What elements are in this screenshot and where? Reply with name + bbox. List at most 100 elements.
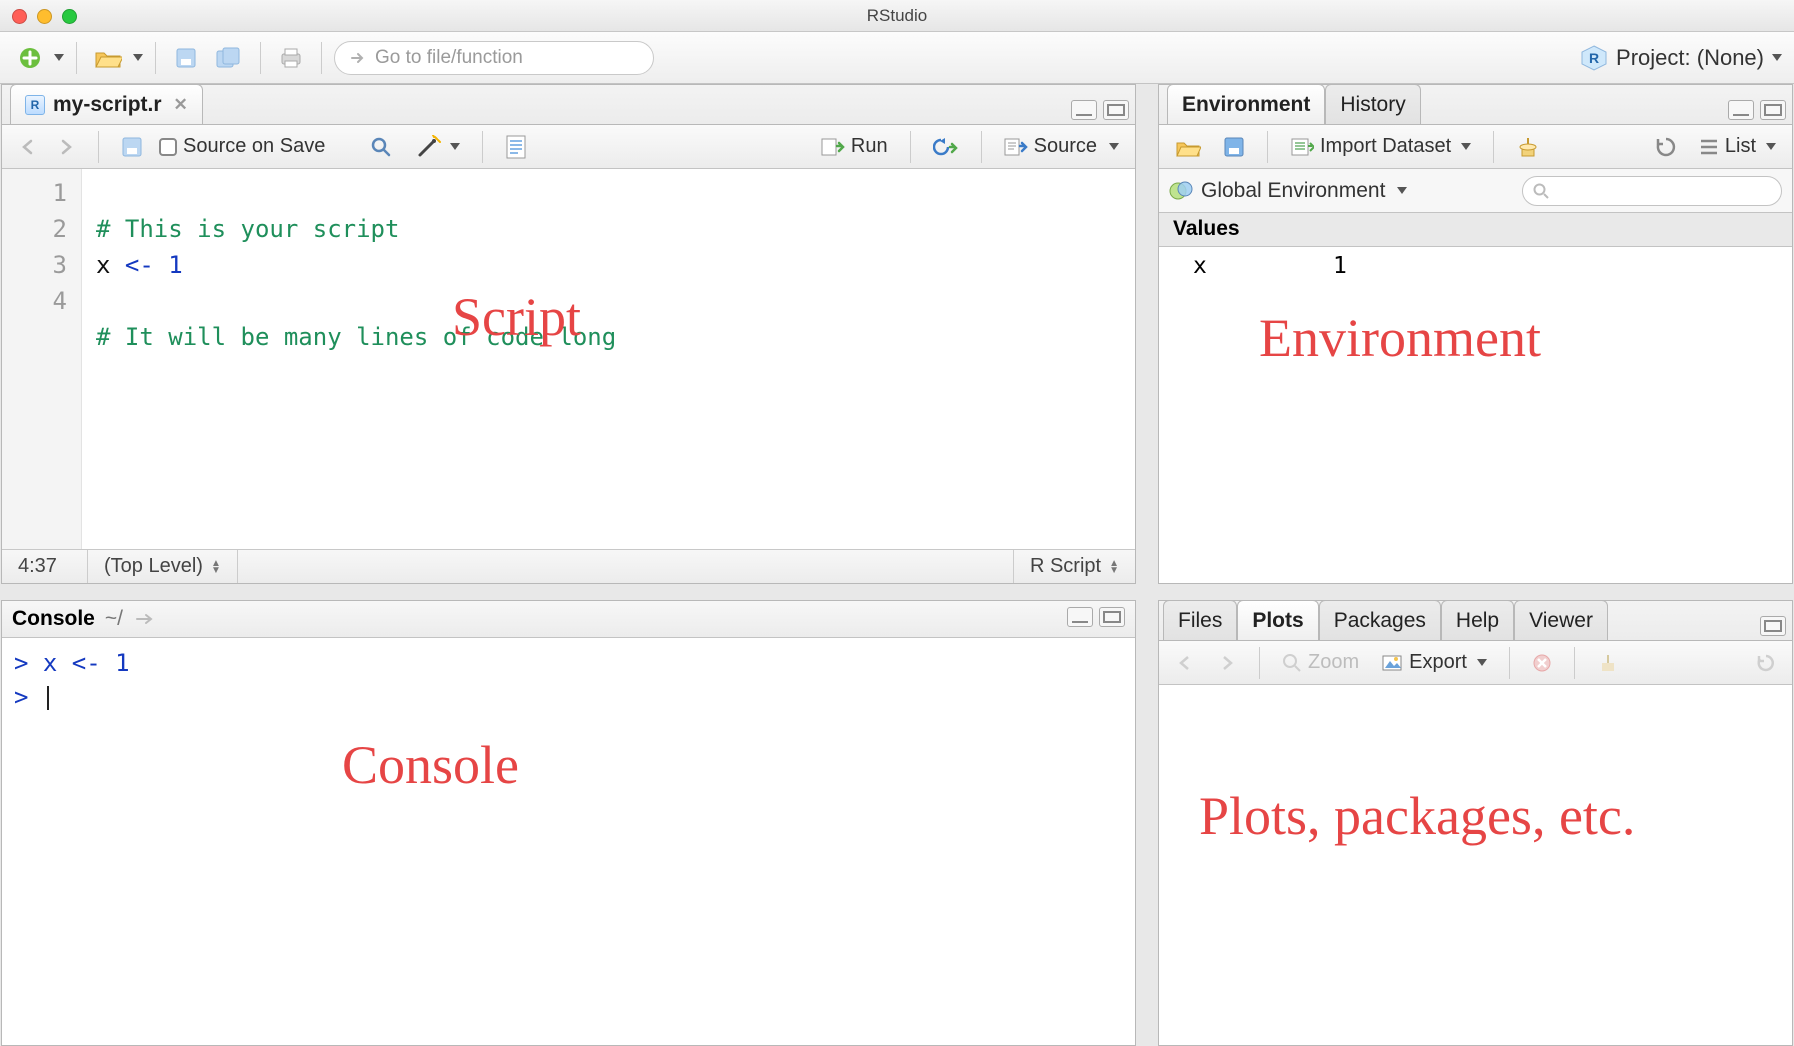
tab-help[interactable]: Help [1441,600,1514,640]
env-toolbar: Import Dataset List [1159,125,1792,169]
save-button[interactable] [168,40,204,76]
zoom-icon [1282,653,1302,673]
line-gutter: 1 2 3 4 [2,169,82,549]
plot-prev-button[interactable] [1169,652,1201,674]
code-area[interactable]: # This is your script x <- 1 # It will b… [82,169,1135,549]
plots-toolbar: Zoom Export [1159,641,1792,685]
source-on-save-toggle[interactable]: Source on Save [159,135,325,158]
list-icon [1699,138,1719,156]
new-file-button[interactable] [12,40,48,76]
scope-selector[interactable]: Global Environment [1169,179,1407,203]
plot-next-button[interactable] [1211,652,1243,674]
minimize-pane-button[interactable] [1728,100,1754,120]
find-button[interactable] [363,133,399,161]
console-body[interactable]: > x <- 1 > Console [2,638,1135,1045]
horizontal-splitter[interactable] [1,584,1793,600]
tab-plots[interactable]: Plots [1237,600,1318,640]
source-tab-my-script[interactable]: R my-script.r ✕ [10,84,203,124]
tab-viewer[interactable]: Viewer [1514,600,1608,640]
run-label: Run [851,135,888,158]
main-toolbar: Go to file/function R Project: (None) [0,32,1794,84]
export-button[interactable]: Export [1375,649,1493,676]
view-mode-button[interactable]: List [1693,133,1782,160]
console-line: x <- 1 [43,649,130,677]
source-label: Source [1034,135,1097,158]
tab-files[interactable]: Files [1163,600,1237,640]
load-workspace-button[interactable] [1169,134,1207,160]
console-prompt: > [14,683,43,711]
env-search-input[interactable] [1522,176,1782,206]
plots-tabs: Files Plots Packages Help Viewer [1159,601,1792,641]
list-label: List [1725,135,1756,158]
save-workspace-button[interactable] [1217,134,1251,160]
close-window-button[interactable] [12,9,27,24]
env-scope-bar: Global Environment [1159,169,1792,213]
remove-plot-button[interactable] [1526,651,1558,675]
code-line-2-var: x [96,251,125,279]
maximize-pane-button[interactable] [1760,616,1786,636]
chevron-down-icon [1772,54,1782,61]
refresh-env-button[interactable] [1649,134,1683,160]
clear-workspace-button[interactable] [1510,133,1546,161]
source-on-save-label: Source on Save [183,135,325,158]
maximize-pane-button[interactable] [1760,100,1786,120]
minimize-window-button[interactable] [37,9,52,24]
cursor-position: 4:37 [2,550,88,583]
zoom-button[interactable]: Zoom [1276,649,1365,676]
maximize-pane-button[interactable] [1103,100,1129,120]
minimize-pane-button[interactable] [1071,100,1097,120]
maximize-window-button[interactable] [62,9,77,24]
code-line-4: # It will be many lines of code long [96,323,616,351]
source-tabs: R my-script.r ✕ [2,85,1135,125]
source-toolbar: Source on Save Run Source [2,125,1135,169]
console-path: ~/ [105,607,123,631]
text-cursor [47,686,49,710]
clear-plots-button[interactable] [1591,650,1625,676]
project-menu[interactable]: R Project: (None) [1580,44,1782,72]
minimize-pane-button[interactable] [1067,607,1093,627]
clear-console-button[interactable] [133,610,155,628]
annotation-environment: Environment [1259,307,1541,369]
open-file-button[interactable] [89,40,127,76]
code-tools-button[interactable] [409,133,466,161]
window-titlebar: RStudio [0,0,1794,32]
run-button[interactable]: Run [815,133,894,160]
new-file-dropdown[interactable] [54,54,64,61]
separator [260,42,261,74]
svg-text:R: R [1589,50,1599,66]
save-all-button[interactable] [210,40,248,76]
console-title: Console [12,607,95,631]
nav-back-button[interactable] [12,136,44,158]
source-icon [1004,136,1028,158]
save-script-button[interactable] [115,134,149,160]
environment-pane: Environment History Import Dataset List [1158,84,1793,584]
project-label: Project: (None) [1616,45,1764,71]
nav-forward-button[interactable] [50,136,82,158]
goto-placeholder: Go to file/function [375,47,523,69]
scope-selector[interactable]: (Top Level)▲▼ [88,550,238,583]
env-section-values: Values [1159,213,1792,247]
refresh-plots-button[interactable] [1750,651,1782,675]
file-type-selector[interactable]: R Script▲▼ [1013,550,1135,583]
annotation-console: Console [342,748,519,782]
vertical-splitter[interactable] [1136,84,1158,1046]
print-button[interactable] [273,40,309,76]
env-values-list: x 1 Environment [1159,247,1792,583]
env-row[interactable]: x 1 [1159,247,1792,285]
arrow-right-icon [349,49,367,67]
tab-history[interactable]: History [1325,84,1420,124]
tab-environment[interactable]: Environment [1167,84,1325,124]
import-dataset-button[interactable]: Import Dataset [1284,133,1477,160]
tab-packages[interactable]: Packages [1319,600,1441,640]
source-editor[interactable]: 1 2 3 4 # This is your script x <- 1 # I… [2,169,1135,549]
compile-report-button[interactable] [499,132,533,162]
rerun-button[interactable] [927,134,965,160]
close-tab-icon[interactable]: ✕ [174,95,188,115]
maximize-pane-button[interactable] [1099,607,1125,627]
source-button[interactable]: Source [998,133,1125,160]
separator [155,42,156,74]
console-pane: Console ~/ > x <- 1 > Console [1,600,1136,1046]
plots-pane: Files Plots Packages Help Viewer Zoom Ex… [1158,600,1793,1046]
open-recent-dropdown[interactable] [133,54,143,61]
goto-file-function-input[interactable]: Go to file/function [334,41,654,75]
